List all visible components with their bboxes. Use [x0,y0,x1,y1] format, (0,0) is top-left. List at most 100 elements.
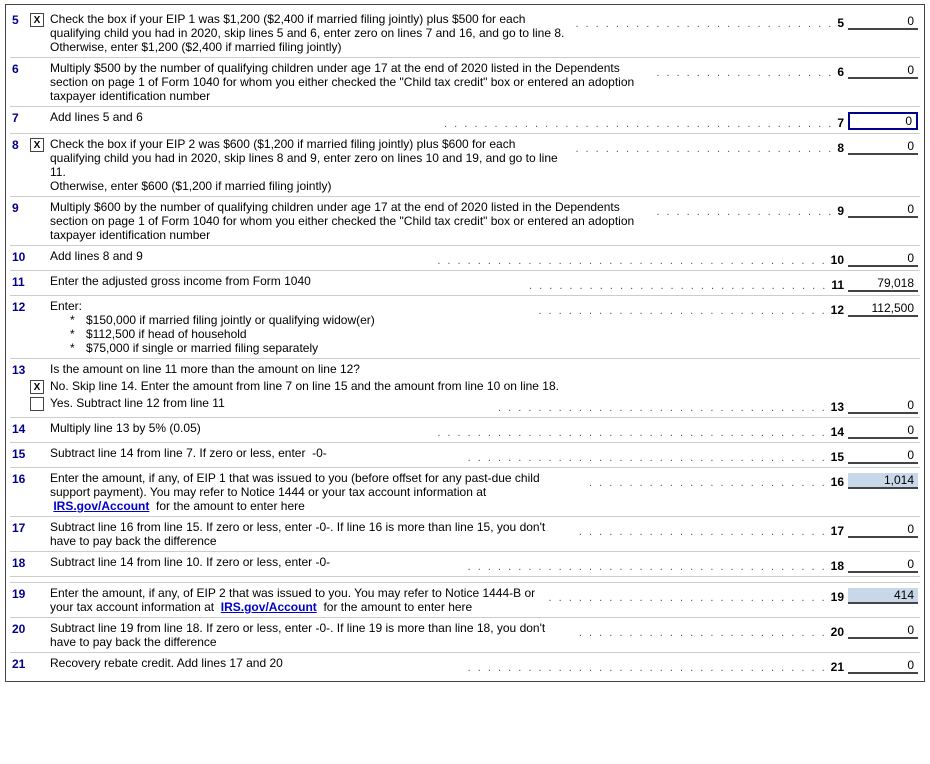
value-5[interactable]: 0 [848,14,918,30]
row-13b-content: Yes. Subtract line 12 from line 11 [50,396,494,410]
dots-12: . . . . . . . . . . . . . . . . . . . . … [534,305,830,317]
row-13-label-content: Is the amount on line 11 more than the a… [50,362,918,376]
line-num-11: 11 [12,274,30,289]
row-18: 18 Subtract line 14 from line 10. If zer… [10,552,920,577]
bullet-12-3: *$75,000 if single or married filing sep… [70,341,530,355]
line-num-13: 13 [12,362,30,377]
dots-14: . . . . . . . . . . . . . . . . . . . . … [433,427,830,439]
row-14: 14 Multiply line 13 by 5% (0.05) . . . .… [10,418,920,443]
row-6-right: . . . . . . . . . . . . . . . . . . 6 0 [652,61,918,79]
row-7-content: Add lines 5 and 6 [50,110,440,124]
value-15[interactable]: 0 [848,448,918,464]
row-16-content: Enter the amount, if any, of EIP 1 that … [50,471,585,513]
checkbox-11-area [30,274,50,275]
value-11[interactable]: 79,018 [848,276,918,292]
row-13a: X No. Skip line 14. Enter the amount fro… [10,378,920,395]
line-ref-20: 20 [831,625,844,639]
value-7[interactable]: 0 [848,112,918,130]
row-21: 21 Recovery rebate credit. Add lines 17 … [10,653,920,677]
value-19[interactable]: 414 [848,588,918,604]
checkbox-6-area [30,61,50,62]
line-ref-17: 17 [831,524,844,538]
line-num-20: 20 [12,621,30,636]
bullet-12-1: *$150,000 if married filing jointly or q… [70,313,530,327]
line-ref-11: 11 [831,278,844,292]
dots-20: . . . . . . . . . . . . . . . . . . . . … [575,627,831,639]
row-21-right: . . . . . . . . . . . . . . . . . . . . … [464,656,918,674]
row-5-right: . . . . . . . . . . . . . . . . . . . . … [571,12,918,30]
value-16[interactable]: 1,014 [848,473,918,489]
row-11: 11 Enter the adjusted gross income from … [10,271,920,296]
row-19-content: Enter the amount, if any, of EIP 2 that … [50,586,545,614]
value-8[interactable]: 0 [848,139,918,155]
irs-link-16[interactable]: IRS.gov/Account [53,499,149,513]
checkbox-18-area [30,555,50,556]
row-20: 20 Subtract line 19 from line 18. If zer… [10,618,920,653]
checkbox-19-area [30,586,50,587]
line-ref-19: 19 [831,590,844,604]
checkbox-13b[interactable] [30,397,44,411]
value-18[interactable]: 0 [848,557,918,573]
line-ref-16: 16 [831,475,844,489]
row-17-right: . . . . . . . . . . . . . . . . . . . . … [575,520,918,538]
line-num-13a [12,379,30,380]
row-15-content: Subtract line 14 from line 7. If zero or… [50,446,464,460]
checkbox-8[interactable]: X [30,138,44,152]
checkbox-10-area [30,249,50,250]
line-ref-14: 14 [831,425,844,439]
row-13b: Yes. Subtract line 12 from line 11 . . .… [10,395,920,418]
line-ref-21: 21 [831,660,844,674]
value-21[interactable]: 0 [848,658,918,674]
checkbox-17-area [30,520,50,521]
row-18-content: Subtract line 14 from line 10. If zero o… [50,555,464,569]
value-20[interactable]: 0 [848,623,918,639]
value-9[interactable]: 0 [848,202,918,218]
checkbox-5-area[interactable]: X [30,12,50,27]
dots-10: . . . . . . . . . . . . . . . . . . . . … [433,255,830,267]
form-container: 5 X Check the box if your EIP 1 was $1,2… [5,4,925,682]
bullet-list-12: *$150,000 if married filing jointly or q… [50,313,530,355]
checkbox-13a-area[interactable]: X [30,379,50,394]
row-20-content: Subtract line 19 from line 18. If zero o… [50,621,575,649]
row-17: 17 Subtract line 16 from line 15. If zer… [10,517,920,552]
row-15: 15 Subtract line 14 from line 7. If zero… [10,443,920,468]
value-14[interactable]: 0 [848,423,918,439]
row-7-right: . . . . . . . . . . . . . . . . . . . . … [440,110,918,130]
dots-8: . . . . . . . . . . . . . . . . . . . . … [571,143,837,155]
line-ref-5: 5 [837,16,844,30]
row-8-content: Check the box if your EIP 2 was $600 ($1… [50,137,571,193]
line-num-14: 14 [12,421,30,436]
checkbox-16-area [30,471,50,472]
line-ref-7: 7 [837,116,844,130]
row-9-right: . . . . . . . . . . . . . . . . . . 9 0 [652,200,918,218]
line-num-13b [12,396,30,397]
value-12[interactable]: 112,500 [848,301,918,317]
dots-19: . . . . . . . . . . . . . . . . . . . . … [545,592,831,604]
value-10[interactable]: 0 [848,251,918,267]
row-14-right: . . . . . . . . . . . . . . . . . . . . … [433,421,918,439]
checkbox-8-area[interactable]: X [30,137,50,152]
row-16-right: . . . . . . . . . . . . . . . . . . . . … [585,471,918,489]
row-7: 7 Add lines 5 and 6 . . . . . . . . . . … [10,107,920,134]
dots-5: . . . . . . . . . . . . . . . . . . . . … [571,18,837,30]
checkbox-5[interactable]: X [30,13,44,27]
line-num-17: 17 [12,520,30,535]
line-num-21: 21 [12,656,30,671]
checkbox-13a[interactable]: X [30,380,44,394]
dots-9: . . . . . . . . . . . . . . . . . . [652,206,837,218]
row-19: 19 Enter the amount, if any, of EIP 2 th… [10,583,920,618]
row-12-content: Enter: *$150,000 if married filing joint… [50,299,534,355]
value-6[interactable]: 0 [848,63,918,79]
dots-18: . . . . . . . . . . . . . . . . . . . . … [464,561,831,573]
checkbox-13b-area[interactable] [30,396,50,411]
value-13[interactable]: 0 [848,398,918,414]
line-num-15: 15 [12,446,30,461]
row-13a-content: No. Skip line 14. Enter the amount from … [50,379,918,393]
value-17[interactable]: 0 [848,522,918,538]
dots-6: . . . . . . . . . . . . . . . . . . [652,67,837,79]
row-9-content: Multiply $600 by the number of qualifyin… [50,200,652,242]
irs-link-19[interactable]: IRS.gov/Account [221,600,317,614]
row-6-content: Multiply $500 by the number of qualifyin… [50,61,652,103]
line-num-5: 5 [12,12,30,27]
line-num-7: 7 [12,110,30,125]
